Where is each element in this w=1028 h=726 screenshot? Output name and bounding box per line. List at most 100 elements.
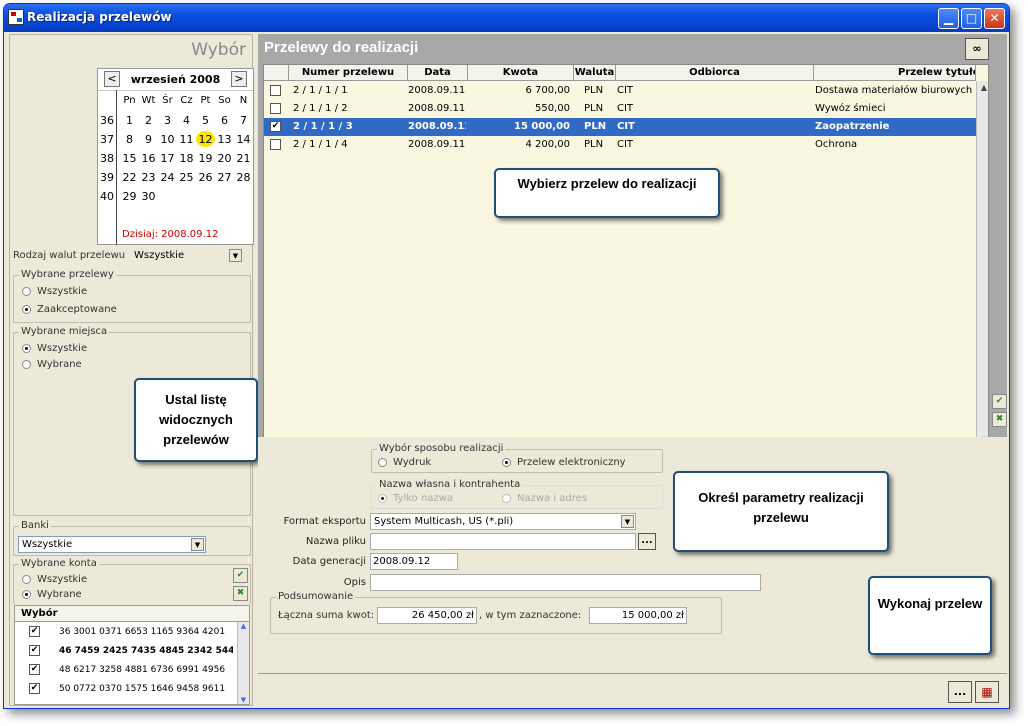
scroll-up-icon[interactable]: ▲	[977, 81, 988, 94]
format-select[interactable]: System Multicash, US (*.pli) ▼	[370, 513, 636, 530]
check-all-icon[interactable]: ✔	[233, 568, 248, 583]
radio-icon	[22, 343, 31, 353]
col-header-currency[interactable]: Waluta	[574, 65, 616, 81]
calendar-day[interactable]: 6	[215, 114, 234, 127]
calendar-day[interactable]: 17	[158, 152, 177, 165]
calendar-day[interactable]: 27	[215, 171, 234, 184]
places-all-radio[interactable]: Wszystkie	[22, 343, 87, 354]
weekday-label: Wt	[141, 95, 156, 106]
col-header-recipient[interactable]: Odbiorca	[616, 65, 814, 81]
vertical-scrollbar[interactable]: ▲ ▼	[976, 81, 988, 446]
calendar-day[interactable]: 23	[139, 171, 158, 184]
total-label: Łączna suma kwot:	[278, 610, 375, 621]
col-header-amount[interactable]: Kwota	[468, 65, 574, 81]
calendar-day[interactable]: 2	[139, 114, 158, 127]
calendar-day[interactable]: 18	[177, 152, 196, 165]
banks-select[interactable]: Wszystkie ▼	[18, 536, 206, 553]
calendar-day[interactable]: 30	[139, 190, 158, 203]
calendar-day[interactable]: 21	[234, 152, 253, 165]
accounts-selected-radio[interactable]: Wybrane	[22, 589, 82, 600]
chevron-down-icon[interactable]: ▼	[229, 249, 242, 262]
file-input[interactable]	[370, 533, 636, 550]
currency-select[interactable]: Wszystkie ▼	[131, 248, 243, 265]
calendar-day[interactable]: 14	[234, 133, 253, 146]
chevron-down-icon[interactable]: ▼	[621, 515, 634, 528]
transfers-heading: Przelewy do realizacji	[264, 39, 419, 56]
uncheck-all-icon[interactable]: ✖	[992, 412, 1007, 427]
calendar-day[interactable]: 16	[139, 152, 158, 165]
calendar-day[interactable]: 15	[120, 152, 139, 165]
account-row[interactable]: ✔ 36 3001 0371 6653 1165 9364 4201	[15, 624, 235, 642]
format-label: Format eksportu	[283, 516, 366, 527]
radio-label: Przelew elektroniczny	[517, 457, 626, 468]
account-checkbox[interactable]: ✔	[29, 626, 40, 637]
transfer-row[interactable]: 2 / 1 / 1 / 2 2008.09.11 550,00 PLN CIT Wywóz…	[264, 100, 979, 118]
calendar-day[interactable]: 13	[215, 133, 234, 146]
account-row[interactable]: ✔ 50 0772 0370 1575 1646 9458 9611	[15, 681, 235, 699]
bottom-bar: ... ▦	[258, 673, 1007, 706]
name-only-radio[interactable]: Tylko nazwa	[378, 493, 453, 504]
account-row[interactable]: ✔ 48 6217 3258 4881 6736 6991 4956	[15, 662, 235, 680]
calendar-day[interactable]: 7	[234, 114, 253, 127]
col-header-title[interactable]: Przelew tytułem	[814, 65, 976, 81]
mode-electronic-radio[interactable]: Przelew elektroniczny	[502, 457, 626, 468]
more-button[interactable]: ...	[948, 681, 972, 703]
calendar-day[interactable]: 12	[196, 131, 215, 147]
places-selected-radio[interactable]: Wybrane	[22, 359, 82, 370]
row-checkbox[interactable]	[270, 103, 281, 114]
scroll-up-icon[interactable]: ▲	[238, 622, 249, 630]
calendar-day[interactable]: 29	[120, 190, 139, 203]
col-header-date[interactable]: Data	[408, 65, 468, 81]
calendar-day[interactable]: 4	[177, 114, 196, 127]
accounts-scrollbar[interactable]: ▲ ▼	[237, 622, 249, 704]
account-checkbox[interactable]: ✔	[29, 664, 40, 675]
transfers-accepted-radio[interactable]: Zaakceptowane	[22, 304, 117, 315]
check-all-icon[interactable]: ✔	[992, 394, 1007, 409]
account-row[interactable]: ✔ 46 7459 2425 7435 4845 2342 5449	[15, 643, 235, 661]
calendar-day[interactable]: 5	[196, 114, 215, 127]
col-header-number[interactable]: Numer przelewu	[289, 65, 408, 81]
transfer-row[interactable]: 2 / 1 / 1 / 1 2008.09.11 6 700,00 PLN CIT Dos…	[264, 82, 979, 100]
calendar-day[interactable]: 10	[158, 133, 177, 146]
accounts-all-radio[interactable]: Wszystkie	[22, 574, 87, 585]
calendar-day[interactable]: 26	[196, 171, 215, 184]
week-number: 39	[100, 171, 114, 184]
calendar-day[interactable]: 3	[158, 114, 177, 127]
account-checkbox[interactable]: ✔	[29, 645, 40, 656]
cell-cur: PLN	[584, 103, 604, 114]
transfers-all-radio[interactable]: Wszystkie	[22, 286, 87, 297]
calendar-day[interactable]: 1	[120, 114, 139, 127]
uncheck-all-icon[interactable]: ✖	[233, 586, 248, 601]
calendar-day[interactable]: 19	[196, 152, 215, 165]
minimize-button[interactable]: ▁	[938, 8, 959, 29]
chevron-down-icon[interactable]: ▼	[191, 538, 204, 551]
browse-button[interactable]: ...	[638, 533, 656, 550]
transfer-row[interactable]: 2 / 1 / 1 / 4 2008.09.11 4 200,00 PLN CIT Och…	[264, 136, 979, 154]
calendar-day[interactable]: 9	[139, 133, 158, 146]
scroll-down-icon[interactable]: ▼	[238, 696, 249, 704]
calendar-day[interactable]: 20	[215, 152, 234, 165]
calendar-day[interactable]: 22	[120, 171, 139, 184]
gen-date-input[interactable]: 2008.09.12	[370, 553, 458, 570]
row-checkbox[interactable]	[270, 139, 281, 150]
calendar-day[interactable]: 8	[120, 133, 139, 146]
calendar-day[interactable]: 24	[158, 171, 177, 184]
cell-recv: CIT	[617, 85, 634, 96]
maximize-button[interactable]: □	[961, 8, 982, 29]
row-checkbox[interactable]	[270, 85, 281, 96]
mode-print-radio[interactable]: Wydruk	[378, 457, 431, 468]
name-address-radio[interactable]: Nazwa i adres	[502, 493, 587, 504]
desc-input[interactable]	[370, 574, 761, 591]
calendar-day[interactable]: 28	[234, 171, 253, 184]
row-checkbox[interactable]: ✔	[270, 121, 281, 132]
account-checkbox[interactable]: ✔	[29, 683, 40, 694]
close-button[interactable]: ✕	[984, 8, 1005, 29]
transfer-row[interactable]: ✔ 2 / 1 / 1 / 3 2008.09.11 15 000,00 PLN CIT Z…	[264, 118, 979, 136]
binoculars-icon[interactable]: ∞	[965, 38, 989, 60]
next-month-button[interactable]: >	[231, 71, 247, 87]
calendar-day[interactable]: 11	[177, 133, 196, 146]
title-bar[interactable]: Realizacja przelewów ▁ □ ✕	[4, 4, 1009, 32]
execute-transfer-icon[interactable]: ▦	[975, 681, 999, 703]
calendar-day[interactable]: 25	[177, 171, 196, 184]
total-value: 26 450,00 zł	[377, 607, 477, 624]
